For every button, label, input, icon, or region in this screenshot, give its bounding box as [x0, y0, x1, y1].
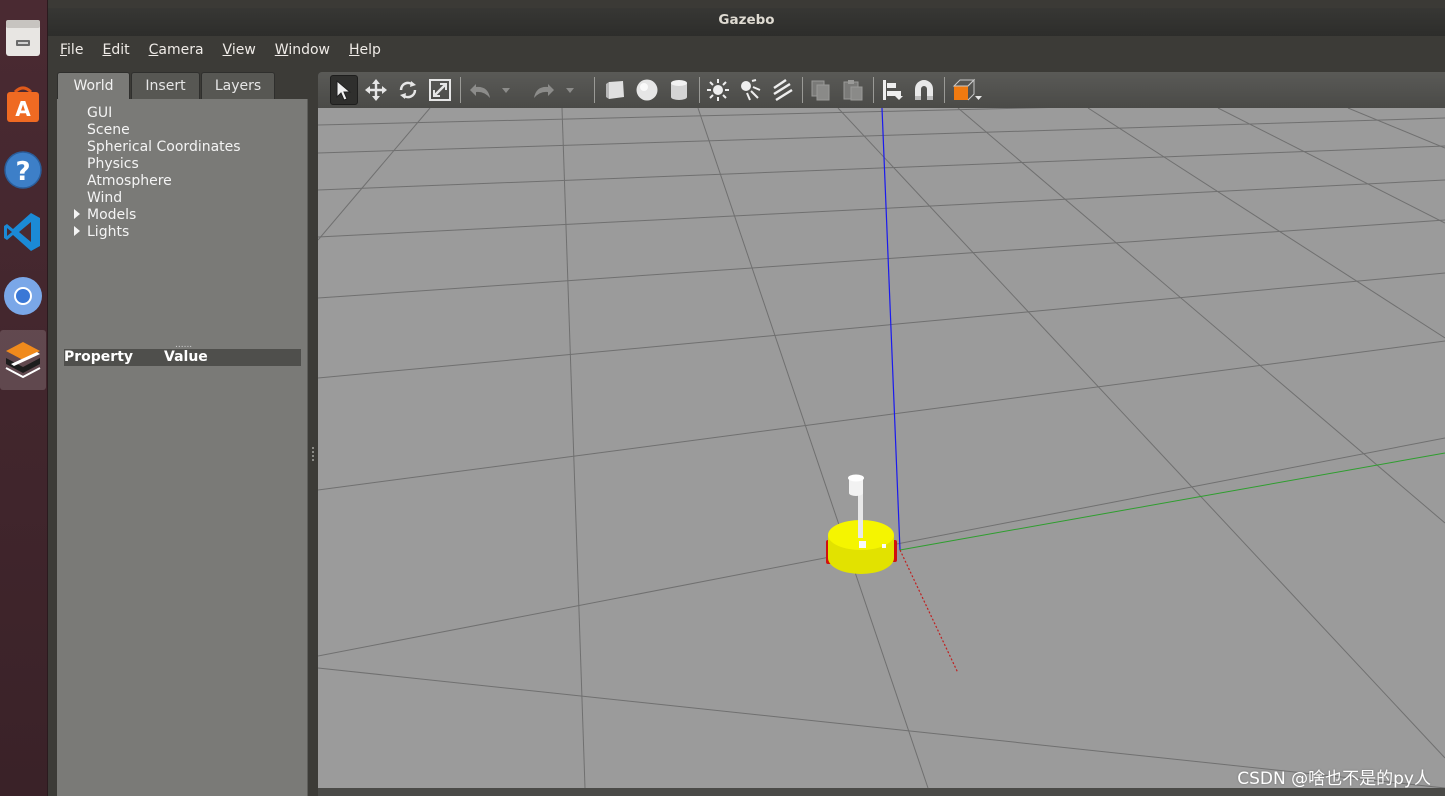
- vscode-icon[interactable]: [0, 204, 46, 260]
- align-icon[interactable]: [878, 75, 906, 105]
- tree-item-models[interactable]: Models: [87, 207, 136, 224]
- redo-icon[interactable]: [530, 75, 558, 105]
- select-mode-icon[interactable]: [330, 75, 358, 105]
- scene-render[interactable]: [318, 108, 1445, 788]
- snap-icon[interactable]: [910, 75, 938, 105]
- translate-mode-icon[interactable]: [362, 75, 390, 105]
- property-table-header: Property Value: [64, 349, 301, 366]
- gazebo-icon[interactable]: [0, 330, 46, 390]
- panel-splitter[interactable]: [308, 72, 318, 796]
- undo-history-icon[interactable]: [498, 75, 514, 105]
- chromium-icon[interactable]: [0, 268, 46, 324]
- tree-item-lights[interactable]: Lights: [87, 224, 129, 241]
- property-column-header: Property: [64, 349, 134, 365]
- tree-item-spherical-coordinates[interactable]: Spherical Coordinates: [87, 139, 241, 156]
- copy-icon[interactable]: [807, 75, 835, 105]
- menu-camera[interactable]: Camera: [149, 42, 204, 58]
- menu-help[interactable]: Help: [349, 42, 381, 58]
- software-center-icon[interactable]: A: [0, 76, 46, 132]
- point-light-icon[interactable]: [704, 75, 732, 105]
- toolbar: [318, 72, 1445, 108]
- help-icon[interactable]: ?: [0, 142, 46, 198]
- world-panel: GUI Scene Spherical Coordinates Physics …: [57, 99, 308, 796]
- tab-world[interactable]: World: [57, 72, 130, 99]
- redo-history-icon[interactable]: [562, 75, 578, 105]
- tree-item-physics[interactable]: Physics: [87, 156, 139, 173]
- sphere-shape-icon[interactable]: [633, 75, 661, 105]
- menubar: File Edit Camera View Window Help: [48, 36, 1445, 64]
- scale-mode-icon[interactable]: [426, 75, 454, 105]
- expand-arrow-icon[interactable]: [74, 209, 80, 219]
- directional-light-icon[interactable]: [768, 75, 796, 105]
- view-angle-icon[interactable]: [950, 75, 984, 105]
- tree-item-wind[interactable]: Wind: [87, 190, 122, 207]
- menu-window[interactable]: Window: [275, 42, 330, 58]
- panel-tabs: World Insert Layers: [57, 72, 308, 99]
- paste-icon[interactable]: [839, 75, 867, 105]
- value-column-header: Value: [164, 349, 208, 365]
- spot-light-icon[interactable]: [736, 75, 764, 105]
- menu-view[interactable]: View: [223, 42, 256, 58]
- cylinder-shape-icon[interactable]: [665, 75, 693, 105]
- robot-lidar: [848, 474, 864, 482]
- tree-item-atmosphere[interactable]: Atmosphere: [87, 173, 172, 190]
- svg-text:A: A: [15, 97, 31, 121]
- watermark-text: CSDN @啥也不是的py人: [1237, 769, 1431, 789]
- tab-layers[interactable]: Layers: [201, 72, 275, 99]
- svg-text:?: ?: [15, 157, 30, 187]
- tree-item-gui[interactable]: GUI: [87, 105, 112, 122]
- expand-arrow-icon[interactable]: [74, 226, 80, 236]
- scene-viewport[interactable]: [318, 108, 1445, 788]
- menu-edit[interactable]: Edit: [102, 42, 129, 58]
- left-panel: World Insert Layers GUI Scene Spherical …: [57, 72, 308, 796]
- files-icon[interactable]: [0, 10, 46, 66]
- launcher: A ?: [0, 0, 48, 796]
- tab-insert[interactable]: Insert: [131, 72, 200, 99]
- window-titlebar: Gazebo: [48, 0, 1445, 36]
- rotate-mode-icon[interactable]: [394, 75, 422, 105]
- menu-file[interactable]: File: [60, 42, 83, 58]
- box-shape-icon[interactable]: [601, 75, 629, 105]
- undo-icon[interactable]: [466, 75, 494, 105]
- tree-item-scene[interactable]: Scene: [87, 122, 130, 139]
- window-title: Gazebo: [718, 12, 775, 28]
- status-bar: [318, 788, 1445, 796]
